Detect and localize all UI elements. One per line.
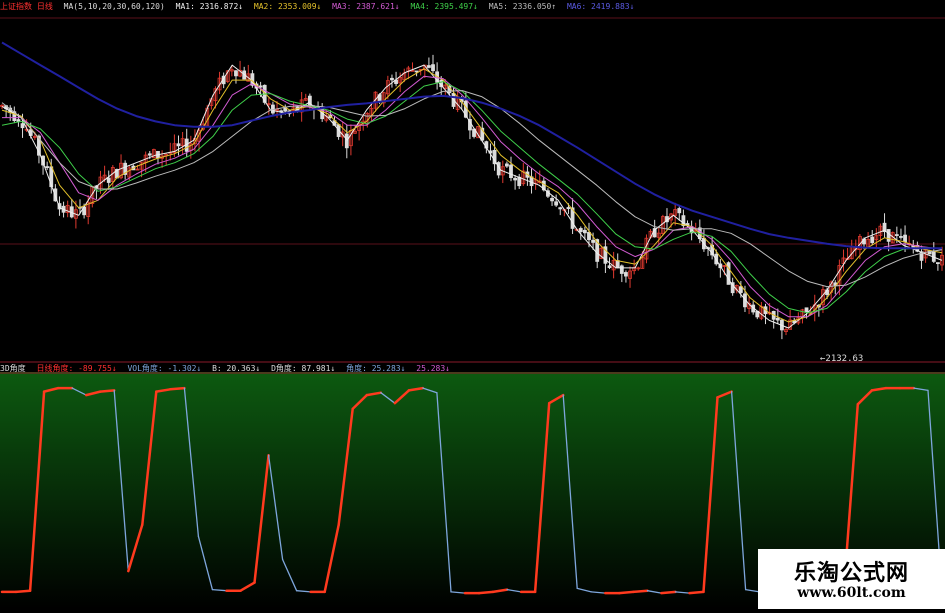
chart-title: 上证指数 日线 xyxy=(0,2,53,11)
site-watermark: 乐淘公式网 www.60lt.com xyxy=(758,549,945,609)
indicator-panel-header: 3D角度 日线角度: -89.755↓ VOL角度: -1.302↓ B: 20… xyxy=(0,364,456,374)
ma4-value: MA4: 2395.497↓ xyxy=(410,2,478,11)
candle-body xyxy=(738,286,743,293)
candle-body xyxy=(20,123,25,129)
indicator-field-4: D角度: 87.981↓ xyxy=(271,364,336,373)
candle-body xyxy=(578,228,583,232)
angle-segment xyxy=(169,386,186,391)
candle-body xyxy=(935,262,940,265)
candle-body xyxy=(106,177,111,183)
ma-params: MA(5,10,20,30,60,120) xyxy=(63,2,165,11)
candle-body xyxy=(894,234,899,236)
candle-body xyxy=(886,229,891,242)
candle-body xyxy=(390,77,394,81)
angle-segment xyxy=(618,590,635,595)
angle-segment xyxy=(98,389,116,393)
candle-body xyxy=(903,234,907,243)
chart-canvas[interactable]: ←2132.63 xyxy=(0,0,945,609)
indicator-title: 3D角度 xyxy=(0,364,26,373)
angle-segment xyxy=(688,590,705,595)
candle-body xyxy=(870,236,875,243)
candle-body xyxy=(624,272,628,277)
candle-body xyxy=(677,208,682,214)
indicator-field-2: VOL角度: -1.302↓ xyxy=(127,364,202,373)
angle-segment xyxy=(477,590,495,595)
candle-body xyxy=(517,176,522,187)
ma2-value: MA2: 2353.009↓ xyxy=(253,2,322,11)
candle-body xyxy=(566,207,571,210)
candle-body xyxy=(615,260,620,268)
candle-body xyxy=(426,65,431,68)
angle-segment xyxy=(632,589,649,594)
watermark-name: 乐淘公式网 xyxy=(793,561,909,586)
ma6-value: MA6: 2419.883↓ xyxy=(566,2,635,11)
candle-body xyxy=(431,64,435,72)
candle-body xyxy=(607,265,612,269)
indicator-field-3: B: 20.363↓ xyxy=(212,364,261,373)
candle-body xyxy=(513,177,518,181)
stock-chart-window: ←2132.63 上证指数 日线 MA(5,10,20,30,60,120) M… xyxy=(0,0,945,609)
candle-body xyxy=(258,85,263,88)
angle-segment xyxy=(14,589,32,594)
price-panel-header: 上证指数 日线 MA(5,10,20,30,60,120) MA1: 2316.… xyxy=(0,2,640,12)
candle-body xyxy=(147,153,152,156)
ma1-value: MA1: 2316.872↓ xyxy=(175,2,244,11)
watermark-url: www.60lt.com xyxy=(797,585,906,601)
candle-body xyxy=(619,265,624,274)
candle-body xyxy=(176,143,181,147)
low-price-label: ←2132.63 xyxy=(820,354,863,364)
ma5-value: MA5: 2336.050↑ xyxy=(488,2,557,11)
candle-body xyxy=(550,197,554,202)
candle-body xyxy=(414,70,419,73)
candle-body xyxy=(582,229,587,234)
candle-body xyxy=(591,239,595,243)
candle-body xyxy=(775,317,780,321)
ma3-value: MA3: 2387.621↓ xyxy=(332,2,400,11)
candle-body xyxy=(234,70,238,77)
candle-body xyxy=(587,231,591,241)
candle-body xyxy=(344,133,349,149)
candle-body xyxy=(45,166,50,168)
indicator-field-6: 25.283↓ xyxy=(416,364,450,373)
candle-body xyxy=(504,163,509,167)
angle-segment xyxy=(660,590,677,595)
indicator-field-5: 角度: 25.283↓ xyxy=(346,364,406,373)
candle-body xyxy=(899,236,903,238)
candle-body xyxy=(509,164,513,178)
candle-body xyxy=(554,201,559,206)
candle-body xyxy=(804,307,809,313)
candle-body xyxy=(558,207,563,210)
indicator-field-1: 日线角度: -89.755↓ xyxy=(36,364,117,373)
